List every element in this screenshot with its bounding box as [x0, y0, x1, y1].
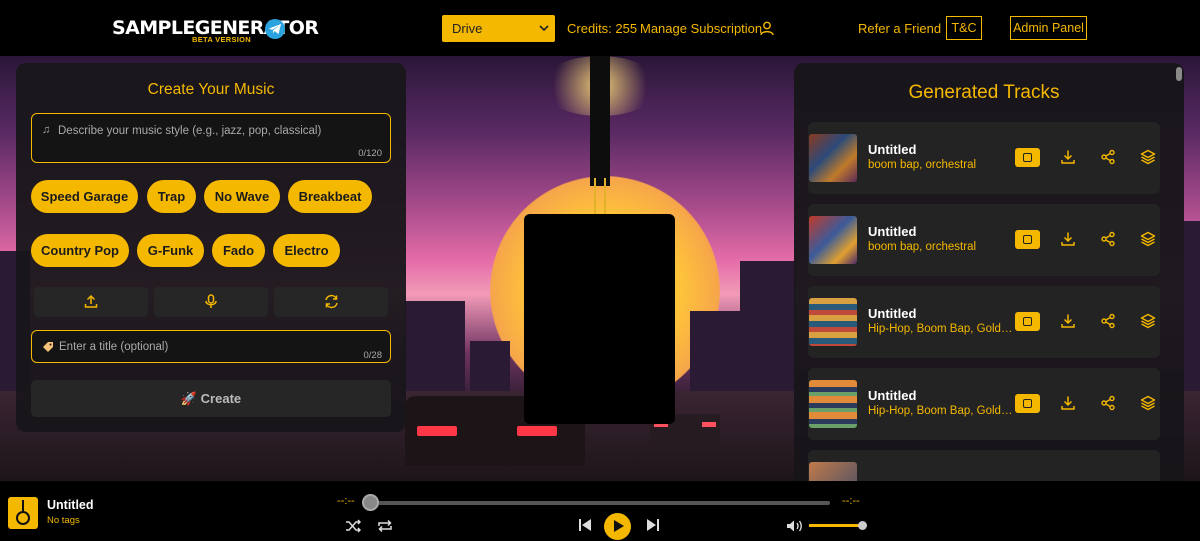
scrollbar[interactable] [1176, 67, 1182, 81]
track-cover [809, 462, 857, 481]
description-placeholder: Describe your music style (e.g., jazz, p… [58, 125, 322, 137]
title-char-count: 0/28 [363, 350, 383, 361]
title-input[interactable]: Enter a title (optional) 0/28 [31, 330, 391, 363]
volume-handle[interactable] [858, 521, 867, 530]
download-icon[interactable] [1060, 313, 1076, 329]
genre-chip[interactable]: G-Funk [137, 234, 204, 267]
share-icon[interactable] [1100, 395, 1116, 411]
play-icon [614, 520, 624, 532]
layers-icon[interactable] [1140, 231, 1156, 247]
share-icon[interactable] [1100, 231, 1116, 247]
drive-select-value: Drive [452, 21, 483, 36]
genre-chip[interactable]: No Wave [204, 180, 280, 213]
track-tags: boom bap, orchestral [868, 241, 977, 253]
track-item[interactable]: Untitled Hip-Hop, Boom Bap, Golden Era [808, 286, 1160, 358]
player-track-tags: No tags [47, 515, 80, 526]
layers-icon[interactable] [1140, 313, 1156, 329]
create-panel: Create Your Music ♫ Describe your music … [16, 63, 406, 432]
dice-icon[interactable] [1015, 230, 1040, 249]
genre-chip[interactable]: Fado [212, 234, 265, 267]
top-bar: SAMPLEGENERATOR BETA VERSION Drive Credi… [0, 0, 1200, 56]
chevron-down-icon [539, 25, 549, 32]
player-cover [8, 497, 38, 529]
track-title: Untitled [868, 224, 917, 239]
track-cover [809, 134, 857, 182]
previous-icon[interactable] [578, 518, 592, 532]
lanyard-strap [590, 56, 610, 186]
badge-card [524, 214, 675, 424]
music-note-icon: ♫ [42, 124, 51, 136]
track-cover [809, 216, 857, 264]
refresh-icon [325, 294, 338, 309]
microphone-icon [205, 294, 217, 308]
track-tags: Hip-Hop, Boom Bap, Golden Era [868, 323, 1013, 335]
track-title: Untitled [868, 306, 917, 321]
track-title: Untitled [868, 388, 917, 403]
shuffle-icon[interactable] [345, 519, 361, 533]
manage-subscription-link[interactable]: Manage Subscription [640, 21, 762, 36]
drive-select[interactable]: Drive [442, 15, 555, 42]
track-cover [809, 380, 857, 428]
seek-handle[interactable] [362, 494, 379, 511]
genre-chip[interactable]: Speed Garage [31, 180, 138, 213]
current-time: --:-- [337, 495, 355, 507]
next-icon[interactable] [646, 518, 660, 532]
volume-slider[interactable] [809, 524, 863, 527]
share-icon[interactable] [1100, 313, 1116, 329]
telegram-icon[interactable] [265, 19, 285, 39]
genre-chip[interactable]: Electro [273, 234, 340, 267]
total-time: --:-- [842, 495, 860, 507]
repeat-icon[interactable] [377, 519, 393, 533]
upload-icon [84, 294, 98, 308]
description-char-count: 0/120 [358, 148, 382, 159]
track-item[interactable]: Untitled Hip-Hop, Boom Bap, Golden Era [808, 368, 1160, 440]
genre-chip[interactable]: Country Pop [31, 234, 129, 267]
create-button-label: Create [200, 391, 242, 406]
track-item[interactable] [808, 450, 1160, 481]
layers-icon[interactable] [1140, 395, 1156, 411]
credits-count: Credits: 255 [567, 21, 638, 36]
generated-tracks-panel: Generated Tracks Untitled boom bap, orch… [794, 63, 1184, 481]
generated-tracks-title: Generated Tracks [908, 82, 1060, 103]
download-icon[interactable] [1060, 395, 1076, 411]
admin-panel-button[interactable]: Admin Panel [1010, 16, 1087, 40]
layers-icon[interactable] [1140, 149, 1156, 165]
terms-button[interactable]: T&C [946, 16, 982, 40]
genre-chip[interactable]: Breakbeat [288, 180, 372, 213]
track-cover [809, 298, 857, 346]
user-icon[interactable] [760, 21, 774, 36]
regenerate-button[interactable] [274, 287, 388, 317]
volume-icon[interactable] [786, 519, 803, 533]
audio-player: Untitled No tags --:-- --:-- [0, 481, 1200, 541]
create-panel-title: Create Your Music [147, 81, 275, 98]
track-tags: Hip-Hop, Boom Bap, Golden Era [868, 405, 1013, 417]
track-item[interactable]: Untitled boom bap, orchestral [808, 204, 1160, 276]
download-icon[interactable] [1060, 231, 1076, 247]
download-icon[interactable] [1060, 149, 1076, 165]
upload-button[interactable] [34, 287, 148, 317]
dice-icon[interactable] [1015, 394, 1040, 413]
dice-icon[interactable] [1015, 312, 1040, 331]
tag-icon [43, 342, 53, 352]
description-input[interactable]: ♫ Describe your music style (e.g., jazz,… [31, 113, 391, 163]
rocket-icon: 🚀 [180, 391, 198, 406]
genre-chip[interactable]: Trap [147, 180, 196, 213]
player-track-title: Untitled [47, 498, 94, 512]
share-icon[interactable] [1100, 149, 1116, 165]
track-item[interactable]: Untitled boom bap, orchestral [808, 122, 1160, 194]
track-tags: boom bap, orchestral [868, 159, 977, 171]
title-placeholder: Enter a title (optional) [59, 341, 169, 353]
dice-icon[interactable] [1015, 148, 1040, 167]
track-title: Untitled [868, 142, 917, 157]
seek-bar[interactable] [364, 501, 830, 505]
record-button[interactable] [154, 287, 268, 317]
create-button[interactable]: 🚀 Create [31, 380, 391, 417]
refer-friend-link[interactable]: Refer a Friend [858, 21, 941, 36]
beta-badge: BETA VERSION [192, 35, 252, 44]
play-button[interactable] [604, 513, 631, 540]
